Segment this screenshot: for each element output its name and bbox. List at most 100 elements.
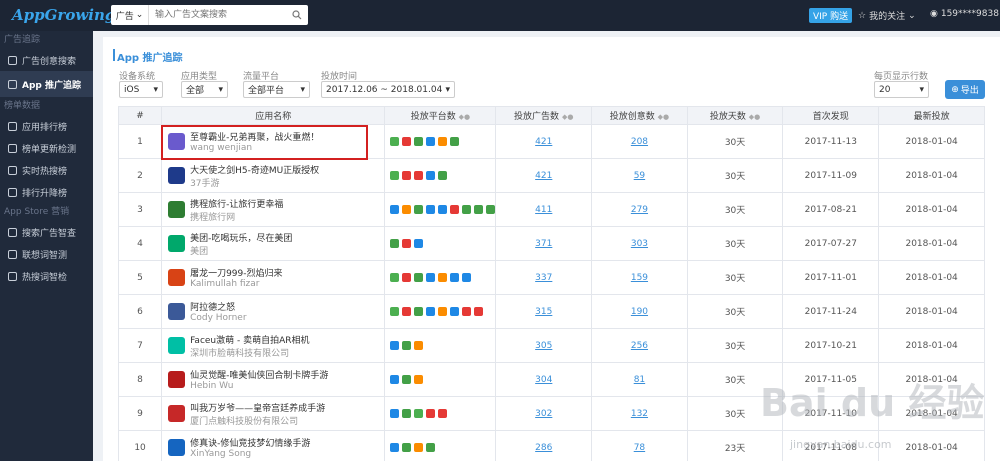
table-row[interactable]: 7 Faceu激萌 - 卖萌自拍AR相机 深圳市脸萌科技有限公司 305 256 30天 2…	[117, 328, 985, 363]
row-index: 6	[117, 294, 163, 329]
creatives-cell: 256	[591, 328, 688, 363]
ads-count[interactable]: 337	[535, 273, 552, 283]
creatives-count[interactable]: 303	[631, 239, 648, 249]
app-icon	[168, 235, 186, 252]
app-name[interactable]: 仙灵觉醒-唯美仙侠回合制卡牌手游	[190, 368, 328, 381]
app-logo[interactable]: AppGrowing	[12, 6, 115, 24]
app-name[interactable]: 屠龙一刀999-烈焰归来	[190, 266, 282, 279]
sidebar-item-rise-fall[interactable]: 排行升降榜	[0, 181, 93, 203]
ads-cell: 337	[495, 260, 593, 295]
traffic-select-value: 全部平台	[248, 86, 285, 96]
my-follow-menu[interactable]: ☆ 我的关注 ⌄	[858, 9, 916, 23]
app-cell[interactable]: 仙灵觉醒-唯美仙侠回合制卡牌手游 Hebin Wu	[161, 362, 386, 397]
platform-icon	[438, 205, 448, 214]
sidebar-item-search-ads[interactable]: 搜索广告智查	[0, 221, 93, 243]
app-type-select-value: 全部	[186, 86, 205, 96]
app-name[interactable]: 修真诀-修仙竞技梦幻情缘手游	[190, 436, 310, 449]
ads-count[interactable]: 286	[535, 443, 552, 453]
creatives-count[interactable]: 132	[631, 409, 648, 419]
app-cell[interactable]: 美团-吃喝玩乐，尽在美团 美团	[161, 226, 386, 261]
creatives-count[interactable]: 159	[631, 273, 648, 283]
creatives-count[interactable]: 279	[631, 205, 648, 215]
app-name[interactable]: Faceu激萌 - 卖萌自拍AR相机	[190, 333, 309, 346]
vip-button[interactable]: VIP 购送	[809, 8, 853, 23]
app-cell[interactable]: Faceu激萌 - 卖萌自拍AR相机 深圳市脸萌科技有限公司	[161, 328, 386, 363]
creatives-count[interactable]: 59	[634, 171, 645, 181]
per-page-select[interactable]: 20 ▾	[874, 81, 929, 98]
sidebar-item-keyword-test[interactable]: 联想词智测	[0, 243, 93, 265]
col-header-platforms[interactable]: 投放平台数 ◆●	[384, 106, 497, 125]
table-row[interactable]: 2 大天使之剑H5-奇迹MU正版授权 37手游 421 59 30天 2017-11-09 2…	[117, 158, 985, 193]
platform-icon	[390, 273, 400, 282]
table-row[interactable]: 1 至尊霸业-兄弟再聚，战火重燃！ wang wenjian 421 208 30天 201…	[117, 124, 985, 159]
platforms-cell	[384, 124, 497, 159]
col-header-creatives[interactable]: 投放创意数 ◆●	[591, 106, 688, 125]
ads-count[interactable]: 302	[535, 409, 552, 419]
table-row[interactable]: 3 携程旅行-让旅行更幸福 携程旅行网 411 279 30天 2017-08-21 2018…	[117, 192, 985, 227]
app-name[interactable]: 阿拉德之怒	[190, 300, 246, 313]
trend-icon	[8, 187, 17, 197]
platform-icon	[426, 171, 436, 180]
app-name[interactable]: 携程旅行-让旅行更幸福	[190, 197, 283, 210]
creatives-count[interactable]: 208	[631, 137, 648, 147]
app-type-select[interactable]: 全部 ▾	[181, 81, 228, 98]
sidebar-item-ad-creative-search[interactable]: 广告创意搜索	[0, 49, 93, 71]
creatives-cell: 159	[591, 260, 688, 295]
app-name[interactable]: 美团-吃喝玩乐，尽在美团	[190, 231, 292, 244]
app-cell[interactable]: 携程旅行-让旅行更幸福 携程旅行网	[161, 192, 386, 227]
search-input[interactable]	[149, 5, 286, 25]
creatives-count[interactable]: 190	[631, 307, 648, 317]
platform-icon	[414, 409, 424, 418]
app-cell[interactable]: 屠龙一刀999-烈焰归来 Kalimullah fizar	[161, 260, 386, 295]
export-button[interactable]: ⊕ 导出	[945, 80, 985, 99]
table-row[interactable]: 5 屠龙一刀999-烈焰归来 Kalimullah fizar 337 159 30天 20…	[117, 260, 985, 295]
col-header-days[interactable]: 投放天数 ◆●	[686, 106, 784, 125]
traffic-select[interactable]: 全部平台 ▾	[243, 81, 310, 98]
app-cell[interactable]: 修真诀-修仙竞技梦幻情缘手游 XinYang Song	[161, 430, 386, 461]
row-index: 2	[117, 158, 163, 193]
col-header-ads[interactable]: 投放广告数 ◆●	[495, 106, 593, 125]
app-name[interactable]: 叫我万岁爷——皇帝宫廷养成手游	[190, 401, 325, 414]
app-cell[interactable]: 至尊霸业-兄弟再聚，战火重燃！ wang wenjian	[161, 124, 386, 159]
platforms-cell	[384, 158, 497, 193]
sidebar-item-label: 排行升降榜	[22, 188, 68, 199]
grid-icon	[8, 79, 17, 89]
sidebar-item-hot-keyword[interactable]: 热搜词智检	[0, 265, 93, 287]
chart-icon	[8, 121, 17, 131]
sidebar-item-app-tracking[interactable]: App 推广追踪	[0, 71, 93, 97]
os-select[interactable]: iOS ▾	[119, 81, 163, 98]
platform-icon	[402, 171, 412, 180]
sidebar-item-ranking-update[interactable]: 榜单更新检测	[0, 137, 93, 159]
user-phone: 159****9838	[940, 9, 999, 19]
ads-count[interactable]: 421	[535, 171, 552, 181]
sort-icon: ◆●	[561, 113, 574, 121]
table-row[interactable]: 6 阿拉德之怒 Cody Horner 315 190 30天 2017-11-24 2018…	[117, 294, 985, 329]
sidebar-item-app-ranking[interactable]: 应用排行榜	[0, 115, 93, 137]
app-name[interactable]: 至尊霸业-兄弟再聚，战火重燃！	[190, 130, 319, 143]
creatives-count[interactable]: 78	[634, 443, 645, 453]
table-row[interactable]: 4 美团-吃喝玩乐，尽在美团 美团 371 303 30天 2017-07-27 2018-0…	[117, 226, 985, 261]
creatives-count[interactable]: 256	[631, 341, 648, 351]
search-icon[interactable]	[286, 5, 308, 25]
ads-count[interactable]: 371	[535, 239, 552, 249]
app-cell[interactable]: 大天使之剑H5-奇迹MU正版授权 37手游	[161, 158, 386, 193]
creatives-count[interactable]: 81	[634, 375, 645, 385]
user-menu[interactable]: ◉ 159****9838	[930, 9, 999, 19]
shield-icon: ◉	[930, 9, 938, 19]
ads-count[interactable]: 421	[535, 137, 552, 147]
app-cell[interactable]: 叫我万岁爷——皇帝宫廷养成手游 厦门点触科技股份有限公司	[161, 396, 386, 431]
app-cell[interactable]: 阿拉德之怒 Cody Horner	[161, 294, 386, 329]
search-type-select[interactable]: 广告 ⌄	[111, 5, 149, 25]
ads-count[interactable]: 315	[535, 307, 552, 317]
last-seen-cell: 2018-01-04	[878, 294, 985, 329]
first-seen-cell: 2017-11-09	[782, 158, 880, 193]
app-name[interactable]: 大天使之剑H5-奇迹MU正版授权	[190, 163, 319, 176]
sidebar-item-hot-search[interactable]: 实时热搜榜	[0, 159, 93, 181]
last-seen-cell: 2018-01-04	[878, 158, 985, 193]
ads-count[interactable]: 411	[535, 205, 552, 215]
ads-count[interactable]: 305	[535, 341, 552, 351]
platform-icon	[486, 205, 496, 214]
ads-count[interactable]: 304	[535, 375, 552, 385]
date-range-picker[interactable]: 2017.12.06 ~ 2018.01.04 ▾	[321, 81, 455, 98]
first-seen-cell: 2017-11-24	[782, 294, 880, 329]
